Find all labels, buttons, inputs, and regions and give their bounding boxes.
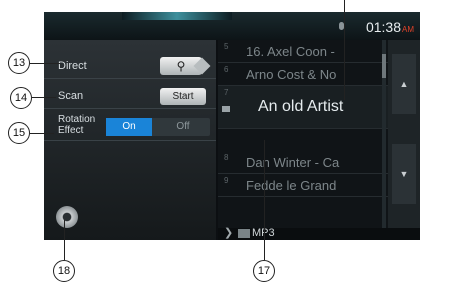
direct-label: Direct	[58, 60, 87, 72]
rotation-label-line1: Rotation	[58, 114, 96, 125]
list-item[interactable]: 8 Dan Winter - Ca	[218, 151, 388, 174]
callout-15-line	[30, 133, 54, 134]
callout-13-line	[30, 63, 60, 64]
track-number: 8	[224, 153, 229, 162]
track-title: 16. Axel Coon -	[246, 44, 335, 59]
callout-18-line	[64, 220, 65, 260]
rotation-label: Rotation Effect	[58, 114, 95, 136]
track-number: 6	[224, 65, 229, 74]
scan-label: Scan	[58, 90, 84, 102]
list-item[interactable]: 6 Arno Cost & No	[218, 63, 388, 86]
callout-top-line	[344, 0, 345, 100]
direct-row: Direct ⚲	[44, 54, 216, 79]
rotation-label-line2: Effect	[58, 125, 84, 136]
list-item[interactable]: 5 16. Axel Coon -	[218, 40, 388, 63]
track-list: 5 16. Axel Coon - 6 Arno Cost & No 7 An …	[218, 40, 388, 228]
callout-17-line	[264, 140, 265, 260]
track-number: 7	[224, 88, 229, 97]
callout-15: 15	[8, 122, 30, 144]
gear-icon[interactable]	[56, 206, 78, 228]
rotation-row: Rotation Effect On Off	[44, 114, 216, 141]
rotation-toggle: On Off	[106, 118, 210, 136]
clock-ampm: AM	[402, 25, 414, 34]
track-title: Fedde le Grand	[246, 178, 337, 193]
callout-18: 18	[53, 260, 75, 282]
direct-search-button[interactable]: ⚲	[160, 57, 202, 75]
track-number: 9	[224, 176, 229, 185]
settings-panel: Direct ⚲ Scan Start Rotation Effect On O…	[44, 40, 216, 240]
now-playing-icon	[222, 106, 230, 112]
track-title: Dan Winter - Ca	[246, 155, 340, 170]
clock-time: 01:38	[365, 19, 401, 35]
callout-17: 17	[253, 260, 275, 282]
chevron-right-icon: ❯	[224, 227, 234, 239]
scroll-buttons: ▲ ▼	[388, 40, 420, 228]
scrollbar-thumb[interactable]	[382, 54, 386, 78]
list-item-current[interactable]: 7 An old Artist	[218, 86, 388, 129]
search-icon: ⚲	[176, 59, 186, 73]
callout-14-line	[32, 97, 56, 98]
list-item[interactable]: 9 Fedde le Grand	[218, 174, 388, 197]
folder-icon	[238, 229, 250, 238]
track-title: An old Artist	[258, 98, 344, 115]
scan-start-button[interactable]: Start	[160, 88, 206, 105]
status-bar: 01:38AM	[44, 12, 420, 40]
head-unit-screen: 01:38AM Direct ⚲ Scan Start Rotation Eff…	[44, 12, 420, 240]
folder-path[interactable]: ❯ MP3	[218, 227, 420, 240]
top-accent	[122, 12, 232, 20]
callout-14: 14	[10, 87, 32, 109]
scan-row: Scan Start	[44, 84, 216, 109]
rotation-off-button[interactable]: Off	[160, 118, 206, 136]
rotation-on-button[interactable]: On	[106, 118, 152, 136]
clock: 01:38AM	[366, 19, 414, 35]
scrollbar[interactable]	[382, 40, 386, 228]
track-title: Arno Cost & No	[246, 67, 337, 82]
track-number: 5	[224, 42, 229, 51]
up-arrow-icon[interactable]: ▲	[392, 54, 416, 114]
callout-13: 13	[8, 52, 30, 74]
down-arrow-icon[interactable]: ▼	[392, 144, 416, 204]
